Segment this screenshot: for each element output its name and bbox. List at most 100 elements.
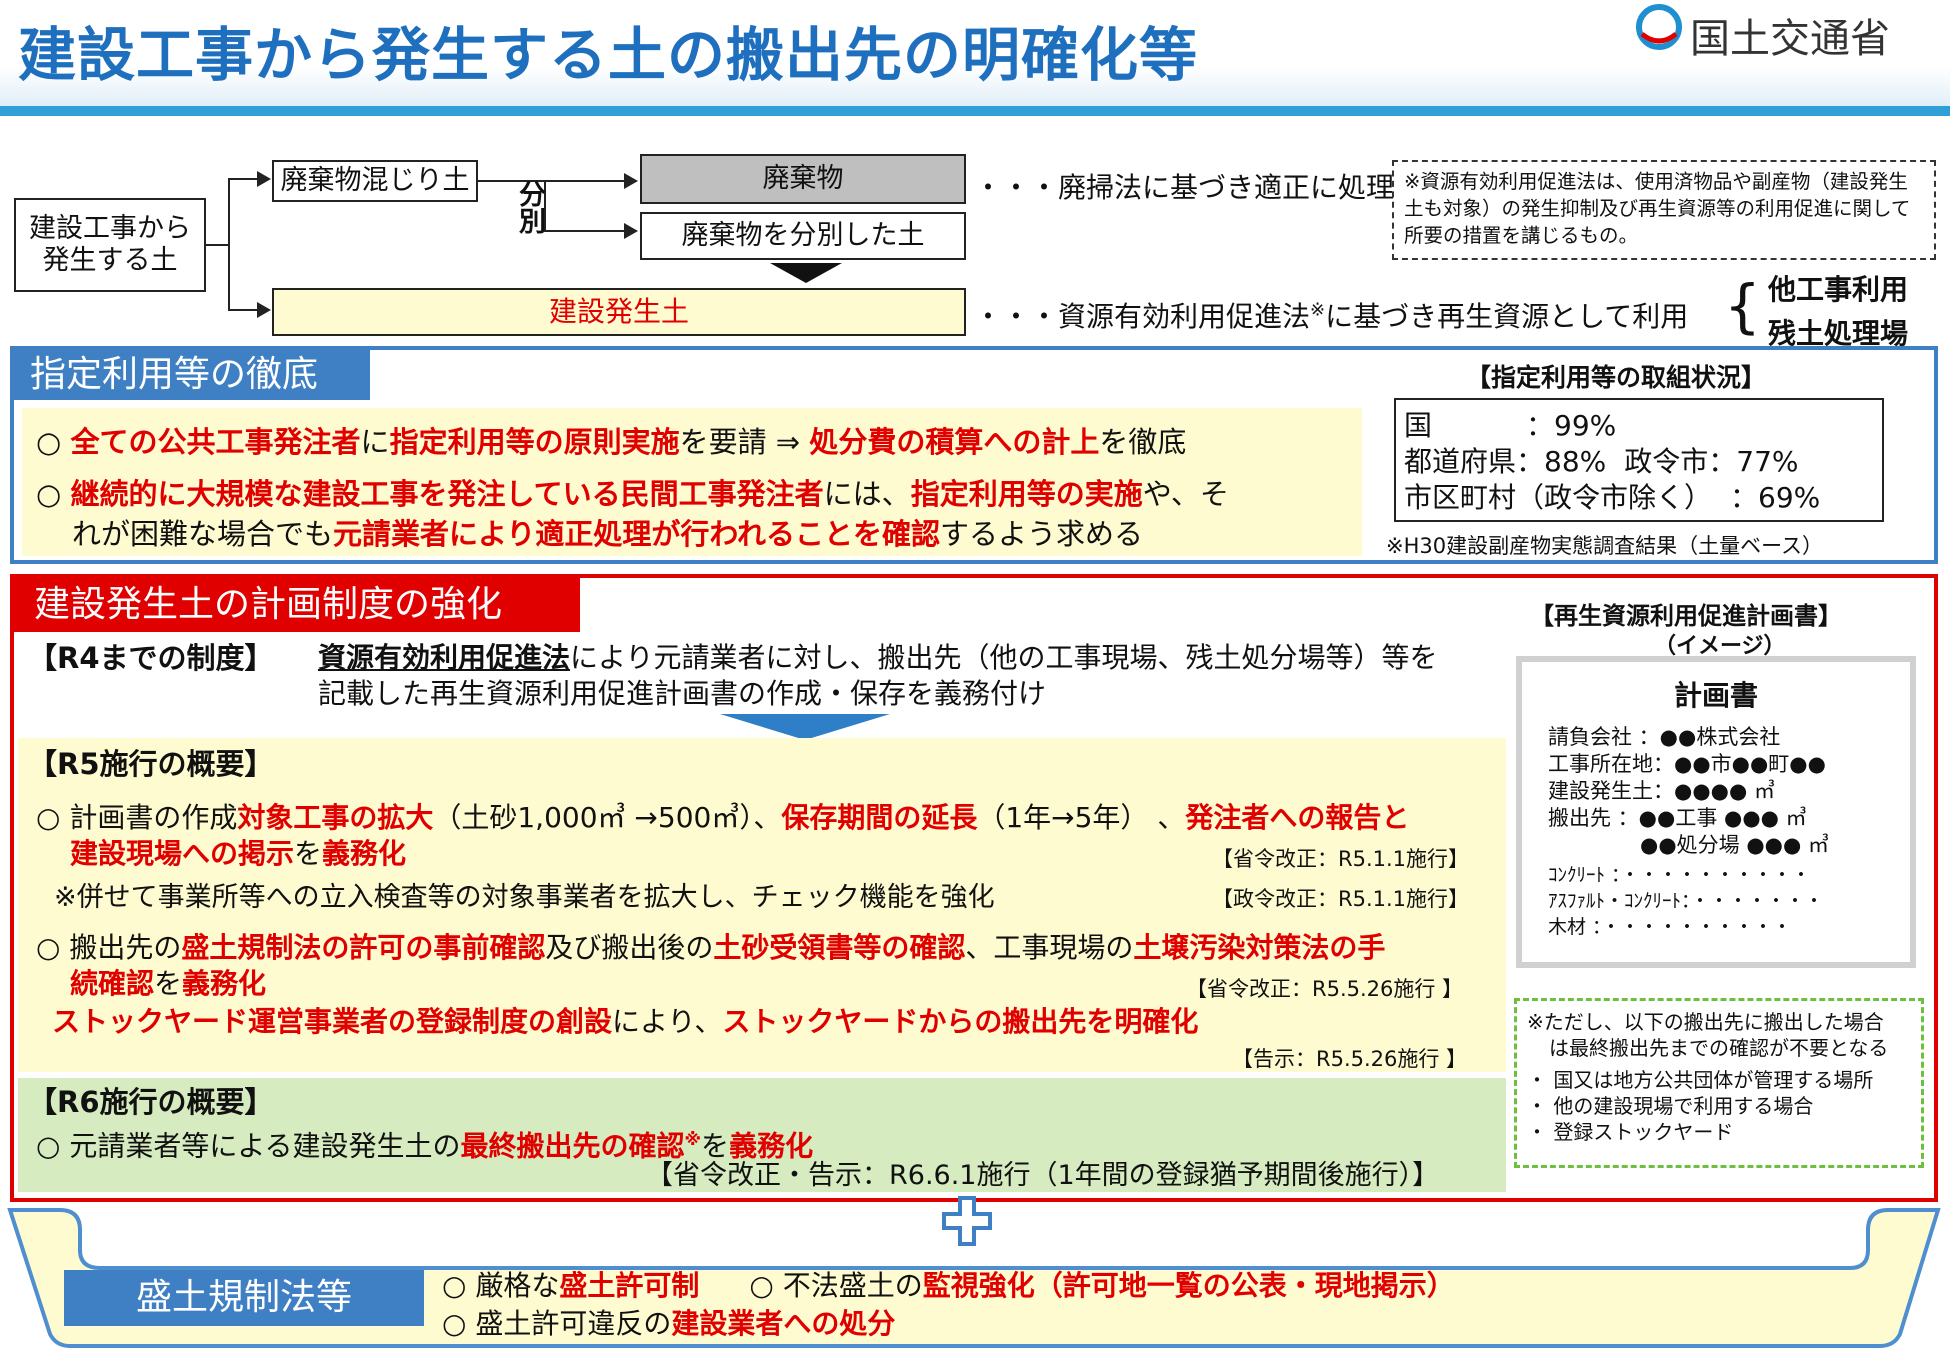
source-box: 建設工事から発生する土	[14, 198, 206, 292]
plan-title: 【再生資源利用促進計画書】	[1530, 602, 1842, 630]
t: （許可地一覧の公表・現地掲示）	[1034, 1269, 1455, 1302]
flow-line	[228, 309, 258, 311]
t: 及び搬出後の	[545, 931, 714, 964]
r6-label: 【R6施行の概要】	[28, 1085, 274, 1119]
ministry-name: 国土交通省	[1690, 16, 1890, 62]
t: （1年→5年） 、	[977, 801, 1186, 834]
t: 監視強化	[922, 1269, 1035, 1302]
brace-icon: {	[1724, 272, 1761, 340]
morido-label: 盛土規制法等	[64, 1270, 424, 1326]
morido-line-1: ○ 厳格な盛土許可制 ○ 不法盛土の監視強化（許可地一覧の公表・現地掲示）	[442, 1268, 1455, 1304]
r4-label: 【R4までの制度】	[28, 641, 274, 675]
flow-line	[228, 178, 230, 310]
plan-row: ●●処分場 ●●● ㎥	[1640, 833, 1829, 857]
recycle-note-sup: ※	[1310, 299, 1326, 321]
sorted-soil-box: 廃棄物を分別した土	[640, 212, 966, 260]
sort-label: 分別	[514, 180, 545, 234]
t: ○ 元請業者等による建設発生土の	[36, 1129, 461, 1163]
status-note: ※H30建設副産物実態調査結果（土量ベース）	[1386, 534, 1824, 558]
flow-line	[206, 244, 230, 246]
flow-line	[228, 178, 258, 180]
t: を要請 ⇒	[679, 425, 810, 459]
t: れが困難な場合でも	[72, 517, 334, 551]
plan-row: 請負会社 ：●●株式会社	[1548, 725, 1781, 749]
t: 盛土規制法の許可の事前確認	[181, 931, 546, 964]
recycle-note: ・・・資源有効利用促進法※に基づき再生資源として利用	[974, 295, 1688, 335]
t: 都道府県：88%	[1404, 445, 1607, 478]
ministry-logo-icon	[1634, 4, 1684, 50]
shitei-title: 指定利用等の徹底	[14, 350, 370, 400]
r5-line-3: ※併せて事業所等への立入検査等の対象事業者を拡大し、チェック機能を強化	[54, 882, 995, 913]
r5-ref-1: 【省令改正：R5.1.1施行】	[1212, 847, 1470, 871]
t: 継続的に大規模な建設工事を発注している民間工事発注者	[70, 477, 824, 511]
r5-line-1: ○ 計画書の作成対象工事の拡大（土砂1,000㎥ →500㎥）、保存期間の延長（…	[36, 800, 1409, 836]
r5-line-2: 建設現場への掲示を義務化	[70, 836, 406, 872]
chevron-down-icon	[720, 714, 890, 740]
header-stripe	[0, 106, 1950, 116]
waste-note: ・・・廃掃法に基づき適正に処理	[974, 171, 1395, 204]
r5-ref-2: 【政令改正：R5.1.1施行】	[1212, 887, 1470, 911]
t: 保存期間の延長	[781, 801, 978, 834]
waste-box: 廃棄物	[640, 154, 966, 204]
t: 処分費の積算への計上	[809, 425, 1100, 459]
t: 政令市：77%	[1624, 445, 1799, 478]
t: ○ 不法盛土の	[749, 1269, 923, 1302]
plan-row: 搬出先 ：●●工事 ●●● ㎥	[1548, 806, 1807, 830]
t: 義務化	[182, 967, 267, 1000]
exception-box: ※ただし、以下の搬出先に搬出した場合 は最終搬出先までの確認が不要となる ・ 国…	[1514, 998, 1924, 1168]
plan-doc: 計画書 請負会社 ：●●株式会社 工事所在地：●●市●●町●● 建設発生土：●●…	[1516, 656, 1916, 968]
t: 建設現場への掲示	[70, 837, 295, 870]
t: 盛土許可制	[559, 1269, 700, 1302]
t: ○	[36, 425, 71, 459]
morido-line-2: ○ 盛土許可違反の建設業者への処分	[442, 1306, 895, 1342]
t: 国	[1404, 409, 1433, 442]
t: ：69%	[1730, 481, 1821, 514]
plan-row: 建設発生土：●●●● ㎥	[1548, 779, 1775, 803]
r6-ref: 【省令改正・告示：R6.6.1施行（1年間の登録猶予期間後施行）】	[646, 1160, 1440, 1191]
t: 元請業者により適正処理が行われることを確認	[333, 517, 940, 551]
shitei-line-1: ○ 全ての公共工事発注者に指定利用等の原則実施を要請 ⇒ 処分費の積算への計上を…	[36, 424, 1186, 460]
t: ○ 盛土許可違反の	[442, 1307, 672, 1340]
flow-line	[544, 230, 624, 232]
r5-line-6: ストックヤード運営事業者の登録制度の創設により、ストックヤードからの搬出先を明確…	[52, 1004, 1198, 1040]
t: 発注者への報告と	[1185, 801, 1410, 834]
status-row-2: 都道府県：88% 政令市：77%	[1404, 444, 1799, 480]
recycle-note-a: ・・・資源有効利用促進法	[974, 300, 1311, 333]
t: を	[294, 837, 323, 870]
arrow-icon	[257, 302, 271, 318]
exception-line-1: ※ただし、以下の搬出先に搬出した場合	[1527, 1010, 1884, 1034]
r4-line-2: 記載した再生資源利用促進計画書の作成・保存を義務付け	[318, 677, 1047, 710]
r4-line-1: 資源有効利用促進法により元請業者に対し、搬出先（他の工事現場、残土処分場等）等を	[318, 640, 1437, 676]
mixed-soil-box: 廃棄物混じり土	[272, 160, 478, 202]
hassei-box: 建設発生土	[272, 288, 966, 336]
t: ○ 搬出先の	[36, 931, 182, 964]
t: には、	[823, 477, 911, 511]
t: に	[360, 425, 390, 459]
t: 義務化	[322, 837, 407, 870]
arrow-icon	[624, 223, 638, 239]
t: ○ 厳格な	[442, 1269, 560, 1302]
plan-doc-title: 計画書	[1673, 679, 1758, 712]
t: ストックヤード運営事業者の登録制度の創設	[52, 1005, 613, 1038]
exception-item: ・ 国又は地方公共団体が管理する場所	[1527, 1068, 1874, 1092]
t: 土砂受領書等の確認	[713, 931, 966, 964]
plan-row: 木材 ：・・・・・・・・・・	[1548, 916, 1792, 938]
t: 建設業者への処分	[671, 1307, 896, 1340]
t: により元請業者に対し、搬出先（他の工事現場、残土処分場等）等を	[570, 641, 1438, 674]
status-title: 【指定利用等の取組状況】	[1466, 363, 1767, 392]
page-title: 建設工事から発生する土の搬出先の明確化等	[18, 21, 1199, 89]
shitei-line-2: ○ 継続的に大規模な建設工事を発注している民間工事発注者には、指定利用等の実施や…	[36, 476, 1229, 512]
plan-doc-inner: 計画書 請負会社 ：●●株式会社 工事所在地：●●市●●町●● 建設発生土：●●…	[1522, 662, 1910, 962]
t: 対象工事の拡大	[237, 801, 434, 834]
t: や、そ	[1142, 477, 1229, 511]
t: 、工事現場の	[965, 931, 1134, 964]
use-other-work: 他工事利用	[1768, 273, 1909, 306]
shitei-line-3: れが困難な場合でも元請業者により適正処理が行われることを確認するよう求める	[72, 516, 1143, 552]
t: ○ 計画書の作成	[36, 801, 238, 834]
flow-line	[478, 180, 624, 182]
t: 全ての公共工事発注者	[70, 425, 361, 459]
t: ストックヤードからの搬出先を明確化	[722, 1005, 1199, 1038]
t: 資源有効利用促進法	[318, 641, 571, 674]
footnote-box: ※資源有効利用促進法は、使用済物品や副産物（建設発生土も対象）の発生抑制及び再生…	[1392, 160, 1936, 260]
t: 土壌汚染対策法の手	[1133, 931, 1386, 964]
